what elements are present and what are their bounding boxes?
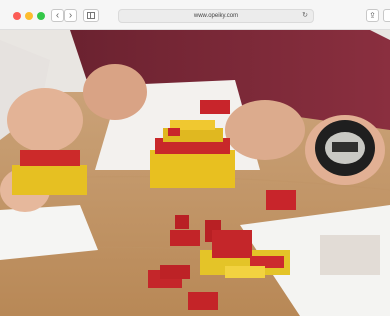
stopwatch-icon xyxy=(315,120,375,176)
close-window-button[interactable] xyxy=(13,12,21,20)
lego-stack-left xyxy=(12,150,87,195)
maximize-window-button[interactable] xyxy=(37,12,45,20)
chevron-right-icon: › xyxy=(68,9,73,21)
lego-brick xyxy=(168,128,180,136)
chevron-left-icon: ‹ xyxy=(55,9,60,21)
browser-toolbar: ‹ › www.opeiky.com ↻ ⇪ xyxy=(0,0,390,30)
share-icon: ⇪ xyxy=(369,11,376,20)
sidebar-toggle-button[interactable] xyxy=(83,9,99,22)
address-bar[interactable]: www.opeiky.com ↻ xyxy=(118,9,314,23)
lego-brick xyxy=(170,230,200,246)
minimize-window-button[interactable] xyxy=(25,12,33,20)
page-content xyxy=(0,30,390,316)
lego-brick xyxy=(175,215,189,229)
tabs-overview-button[interactable] xyxy=(383,9,390,22)
lego-brick xyxy=(266,190,296,210)
back-button[interactable]: ‹ xyxy=(51,9,64,22)
lego-brick xyxy=(200,100,230,114)
forward-button[interactable]: › xyxy=(64,9,77,22)
lego-brick xyxy=(188,292,218,310)
reload-icon[interactable]: ↻ xyxy=(302,10,308,22)
share-button[interactable]: ⇪ xyxy=(366,9,379,22)
url-text: www.opeiky.com xyxy=(193,13,239,19)
lego-brick xyxy=(160,265,190,279)
browser-window: ‹ › www.opeiky.com ↻ ⇪ xyxy=(0,0,390,316)
sidebar-icon xyxy=(87,12,95,19)
lego-workshop-photo xyxy=(0,30,390,316)
